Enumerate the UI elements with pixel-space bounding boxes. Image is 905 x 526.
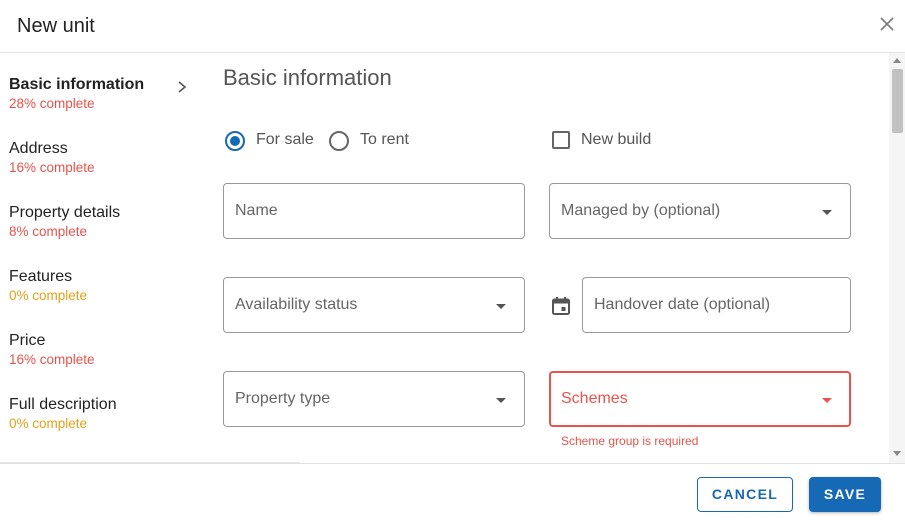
schemes-label: Schemes	[561, 390, 628, 407]
radio-button	[329, 131, 349, 151]
schemes-select[interactable]: Schemes	[549, 371, 851, 427]
managed-by-label: Managed by (optional)	[561, 202, 721, 219]
nav-item-label: Features	[9, 268, 73, 285]
save-button[interactable]: SAVE	[809, 477, 881, 512]
radio-label: For sale	[256, 131, 314, 148]
caret-down-icon	[822, 398, 832, 403]
caret-down-icon	[496, 398, 506, 403]
checkbox-box	[552, 131, 570, 149]
nav-item-progress: 16% complete	[9, 352, 95, 367]
nav-item-property-details[interactable]: Property details 8% complete	[9, 204, 199, 248]
nav-item-label: Full description	[9, 396, 117, 413]
property-type-select[interactable]: Property type	[223, 371, 525, 427]
name-field-label: Name	[235, 202, 278, 219]
managed-by-select[interactable]: Managed by (optional)	[549, 183, 851, 239]
scrollbar-thumb[interactable]	[892, 69, 903, 133]
dialog-header: New unit	[0, 0, 905, 53]
nav-item-features[interactable]: Features 0% complete	[9, 268, 199, 312]
caret-down-icon	[822, 210, 832, 215]
cancel-button[interactable]: CANCEL	[697, 477, 793, 512]
nav-item-full-description[interactable]: Full description 0% complete	[9, 396, 199, 440]
form-content: Basic information For sale To rent New b…	[205, 53, 890, 463]
section-nav: Basic information 28% complete Address 1…	[0, 53, 205, 463]
nav-item-label: Address	[9, 140, 68, 157]
caret-down-icon	[496, 304, 506, 309]
nav-item-progress: 28% complete	[9, 96, 95, 111]
content-scrollbar[interactable]	[889, 53, 905, 463]
nav-item-progress: 0% complete	[9, 288, 88, 303]
nav-item-label: Price	[9, 332, 46, 349]
name-field[interactable]: Name	[223, 183, 525, 239]
availability-status-select[interactable]: Availability status	[223, 277, 525, 333]
dialog-title: New unit	[17, 15, 95, 37]
close-icon	[880, 17, 894, 31]
property-type-label: Property type	[235, 390, 331, 407]
nav-item-price[interactable]: Price 16% complete	[9, 332, 199, 376]
new-unit-dialog: New unit Basic information 28% complete …	[0, 0, 905, 526]
section-heading: Basic information	[223, 65, 392, 90]
nav-item-label: Property details	[9, 204, 121, 221]
close-button[interactable]	[876, 13, 898, 35]
handover-date-label: Handover date (optional)	[594, 296, 771, 313]
nav-item-label: Basic information	[9, 76, 145, 93]
nav-item-basic-information[interactable]: Basic information 28% complete	[9, 76, 199, 120]
calendar-icon[interactable]	[551, 296, 571, 316]
dialog-footer: CANCEL SAVE	[0, 463, 905, 526]
scroll-up-arrow-icon[interactable]	[893, 58, 901, 63]
availability-status-label: Availability status	[235, 296, 358, 313]
nav-item-progress: 16% complete	[9, 160, 95, 175]
nav-item-address[interactable]: Address 16% complete	[9, 140, 199, 184]
scroll-down-arrow-icon[interactable]	[893, 451, 901, 456]
nav-item-progress: 0% complete	[9, 416, 88, 431]
checkbox-label: New build	[581, 131, 652, 148]
radio-label: To rent	[360, 131, 409, 148]
chevron-right-icon	[178, 81, 187, 93]
radio-button-checked	[225, 131, 245, 151]
nav-item-progress: 8% complete	[9, 224, 88, 239]
handover-date-field[interactable]: Handover date (optional)	[582, 277, 851, 333]
schemes-error-message: Scheme group is required	[561, 434, 699, 448]
